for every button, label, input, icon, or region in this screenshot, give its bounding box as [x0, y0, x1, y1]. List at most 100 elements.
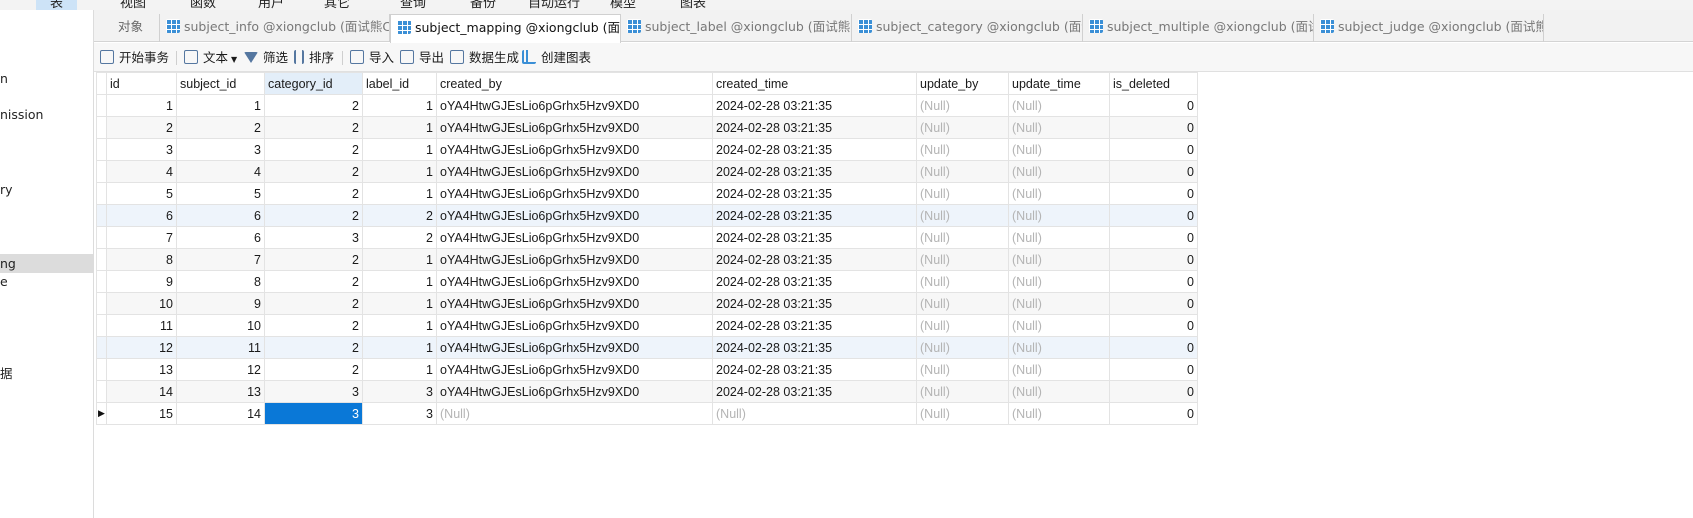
table-cell[interactable]: 1 — [362, 94, 437, 117]
row-header[interactable] — [96, 358, 107, 381]
column-header-is-deleted[interactable]: is_deleted — [1109, 72, 1198, 95]
table-cell[interactable]: 8 — [176, 270, 265, 293]
table-cell[interactable]: (Null) — [916, 336, 1009, 359]
column-header-update-by[interactable]: update_by — [916, 72, 1009, 95]
data-generation-button[interactable]: 数据生成 — [450, 48, 519, 67]
table-cell[interactable]: 11 — [106, 314, 177, 337]
table-row[interactable]: 14 13 3 3 oYA4HtwGJEsLio6pGrhx5Hzv9XD0 2024-0… — [96, 380, 1198, 403]
column-header-created-time[interactable]: created_time — [712, 72, 917, 95]
table-cell[interactable]: 8 — [106, 248, 177, 271]
table-cell[interactable]: (Null) — [916, 358, 1009, 381]
table-cell[interactable]: 2 — [264, 182, 363, 205]
table-row[interactable]: 2 2 2 1 oYA4HtwGJEsLio6pGrhx5Hzv9XD0 2024-02-… — [96, 116, 1198, 139]
row-header[interactable] — [96, 248, 107, 271]
begin-transaction-button[interactable]: 开始事务 — [100, 48, 169, 67]
table-cell[interactable]: oYA4HtwGJEsLio6pGrhx5Hzv9XD0 — [436, 336, 713, 359]
table-cell[interactable]: 7 — [176, 248, 265, 271]
table-cell[interactable]: 2 — [264, 160, 363, 183]
tab-table[interactable]: subject_mapping @xiongclub (面试... — [390, 14, 621, 43]
table-cell[interactable]: 1 — [362, 292, 437, 315]
table-cell[interactable]: 2 — [264, 248, 363, 271]
menu-chart[interactable]: 图表 — [680, 0, 706, 10]
table-cell[interactable]: 2 — [264, 270, 363, 293]
table-cell[interactable]: 2024-02-28 03:21:35 — [712, 380, 917, 403]
table-cell[interactable]: (Null) — [1008, 402, 1110, 425]
column-header-category-id[interactable]: category_id — [264, 72, 363, 95]
table-cell[interactable]: 9 — [176, 292, 265, 315]
table-cell[interactable]: 2024-02-28 03:21:35 — [712, 314, 917, 337]
row-header[interactable] — [96, 314, 107, 337]
table-cell[interactable]: (Null) — [1008, 380, 1110, 403]
row-header[interactable] — [96, 204, 107, 227]
table-cell[interactable]: 2 — [264, 358, 363, 381]
table-cell[interactable]: 5 — [176, 182, 265, 205]
menu-other[interactable]: 其它 — [324, 0, 350, 10]
table-row[interactable]: 5 5 2 1 oYA4HtwGJEsLio6pGrhx5Hzv9XD0 2024-02-… — [96, 182, 1198, 205]
table-cell[interactable]: 0 — [1109, 182, 1198, 205]
column-header-label-id[interactable]: label_id — [362, 72, 437, 95]
table-cell[interactable]: 2 — [264, 116, 363, 139]
table-cell[interactable]: 2024-02-28 03:21:35 — [712, 204, 917, 227]
table-cell[interactable]: (Null) — [436, 402, 713, 425]
table-cell[interactable]: 3 — [106, 138, 177, 161]
table-cell[interactable]: oYA4HtwGJEsLio6pGrhx5Hzv9XD0 — [436, 380, 713, 403]
table-cell[interactable]: 2 — [264, 292, 363, 315]
filter-button[interactable]: 筛选 — [244, 48, 288, 67]
table-cell[interactable]: 2 — [362, 226, 437, 249]
table-cell[interactable]: 1 — [362, 336, 437, 359]
table-cell[interactable]: 6 — [176, 226, 265, 249]
table-cell[interactable]: 10 — [106, 292, 177, 315]
table-cell[interactable]: 1 — [362, 138, 437, 161]
table-cell[interactable]: (Null) — [916, 270, 1009, 293]
table-row[interactable]: 12 11 2 1 oYA4HtwGJEsLio6pGrhx5Hzv9XD0 2024-0… — [96, 336, 1198, 359]
import-button[interactable]: 导入 — [350, 48, 394, 67]
row-header[interactable] — [96, 182, 107, 205]
tab-table[interactable]: subject_multiple @xiongclub (面试熊... — [1083, 14, 1314, 42]
table-cell[interactable]: (Null) — [1008, 292, 1110, 315]
table-cell[interactable]: (Null) — [916, 116, 1009, 139]
table-cell[interactable]: 0 — [1109, 314, 1198, 337]
table-cell[interactable]: 2 — [264, 138, 363, 161]
table-cell[interactable]: 1 — [362, 314, 437, 337]
table-cell[interactable]: (Null) — [916, 380, 1009, 403]
table-cell[interactable]: (Null) — [916, 248, 1009, 271]
table-cell[interactable]: (Null) — [916, 402, 1009, 425]
table-cell[interactable]: (Null) — [1008, 204, 1110, 227]
column-header-update-time[interactable]: update_time — [1008, 72, 1110, 95]
table-cell[interactable]: 0 — [1109, 380, 1198, 403]
table-cell[interactable]: 2024-02-28 03:21:35 — [712, 182, 917, 205]
table-cell[interactable]: oYA4HtwGJEsLio6pGrhx5Hzv9XD0 — [436, 292, 713, 315]
table-cell[interactable]: 4 — [176, 160, 265, 183]
table-cell[interactable]: 0 — [1109, 94, 1198, 117]
table-cell[interactable]: (Null) — [916, 314, 1009, 337]
table-row[interactable]: 10 9 2 1 oYA4HtwGJEsLio6pGrhx5Hzv9XD0 2024-02… — [96, 292, 1198, 315]
table-cell[interactable]: 2024-02-28 03:21:35 — [712, 270, 917, 293]
table-cell[interactable]: 2024-02-28 03:21:35 — [712, 138, 917, 161]
table-row[interactable]: 151433(Null)(Null)(Null)(Null)0 — [96, 402, 1198, 425]
table-cell[interactable]: 2024-02-28 03:21:35 — [712, 358, 917, 381]
sort-button[interactable]: 排序 — [294, 48, 334, 67]
table-cell[interactable]: 0 — [1109, 226, 1198, 249]
table-cell[interactable]: 3 — [264, 402, 363, 425]
table-cell[interactable]: 3 — [264, 226, 363, 249]
table-row[interactable]: 4 4 2 1 oYA4HtwGJEsLio6pGrhx5Hzv9XD0 2024-02-… — [96, 160, 1198, 183]
row-header[interactable] — [96, 226, 107, 249]
row-header[interactable] — [96, 138, 107, 161]
table-cell[interactable]: 6 — [176, 204, 265, 227]
menu-query[interactable]: 查询 — [400, 0, 426, 10]
row-header[interactable] — [96, 116, 107, 139]
table-cell[interactable]: 2024-02-28 03:21:35 — [712, 116, 917, 139]
table-cell[interactable]: 5 — [106, 182, 177, 205]
table-cell[interactable]: 2 — [106, 116, 177, 139]
table-cell[interactable]: oYA4HtwGJEsLio6pGrhx5Hzv9XD0 — [436, 270, 713, 293]
table-cell[interactable]: 3 — [362, 380, 437, 403]
table-cell[interactable]: 0 — [1109, 402, 1198, 425]
table-cell[interactable]: 1 — [362, 270, 437, 293]
table-cell[interactable]: oYA4HtwGJEsLio6pGrhx5Hzv9XD0 — [436, 116, 713, 139]
table-cell[interactable]: 2024-02-28 03:21:35 — [712, 94, 917, 117]
column-header-subject-id[interactable]: subject_id — [176, 72, 265, 95]
table-cell[interactable]: 13 — [176, 380, 265, 403]
sidebar-item[interactable]: ng — [0, 254, 93, 273]
sidebar-item[interactable]: 据 — [0, 364, 93, 383]
table-cell[interactable]: (Null) — [916, 94, 1009, 117]
